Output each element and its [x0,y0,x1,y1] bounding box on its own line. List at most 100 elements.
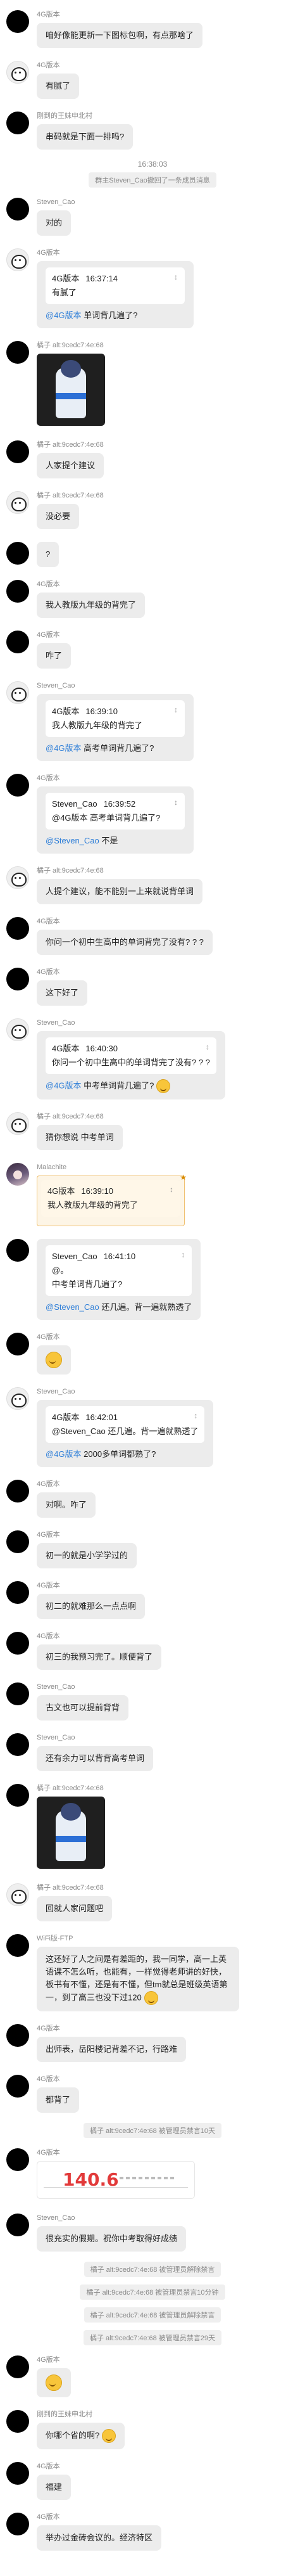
sender-name[interactable]: 4G版本 [37,1333,295,1342]
sender-name[interactable]: 橘子 alt:9cedc7:4e:68 [37,1784,295,1793]
avatar[interactable] [6,774,29,797]
avatar[interactable] [6,2148,29,2171]
sender-name[interactable]: 刚到的王妹申北村 [37,2410,295,2419]
reply-bubble[interactable]: 4G版本 16:40:30 你问一个初中生高中的单词背完了没有? ? ? ↕ @4G版本… [37,1031,225,1099]
message-bubble[interactable]: ? [37,542,59,567]
message-bubble[interactable]: 还有余力可以背背高考单词 [37,1746,154,1771]
mention-link[interactable]: @Steven_Cao [46,836,99,845]
sender-name[interactable]: 4G版本 [37,2024,295,2033]
sender-name[interactable]: 4G版本 [37,2148,295,2157]
avatar[interactable] [6,341,29,364]
message-bubble[interactable]: 有腻了 [37,74,80,99]
sender-name[interactable]: 橘子 alt:9cedc7:4e:68 [37,440,295,449]
reply-bubble[interactable]: Steven_Cao 16:39:52 @4G版本 高考单词背几遍了? ↕ @Steve… [37,786,194,854]
message-bubble[interactable]: 串码就是下面一排吗? [37,124,134,150]
sender-name[interactable]: 4G版本 [37,2075,295,2084]
sender-name[interactable]: 4G版本 [37,10,295,19]
avatar[interactable] [6,1239,29,1262]
avatar[interactable] [6,1480,29,1503]
sender-name[interactable]: 4G版本 [37,631,295,639]
reply-bubble[interactable]: Steven_Cao 16:41:10 @。 中考单词背几遍了? ↕ @Steven_Ca… [37,1239,201,1320]
avatar[interactable] [6,491,29,514]
message-bubble[interactable]: 福建 [37,2475,72,2500]
avatar[interactable] [6,2024,29,2047]
avatar[interactable] [6,1784,29,1807]
sender-name[interactable]: 刚到的王妹申北村 [37,112,295,120]
avatar[interactable] [6,2513,29,2535]
message-bubble[interactable]: 古文也可以提前背背 [37,1695,129,1721]
message-bubble[interactable]: 回就人家问题吧 [37,1896,113,1921]
avatar[interactable] [6,866,29,889]
quoted-message[interactable]: Steven_Cao 16:41:10 @。 中考单词背几遍了? ↕ [46,1245,192,1296]
emoji-bubble[interactable] [37,2368,71,2397]
sender-name[interactable]: Steven_Cao [37,1018,295,1027]
avatar[interactable] [6,1883,29,1906]
avatar[interactable] [6,1018,29,1041]
avatar[interactable] [6,580,29,603]
sender-name[interactable]: Steven_Cao [37,1387,295,1396]
sender-name[interactable]: Steven_Cao [37,2214,295,2222]
avatar[interactable] [6,2462,29,2485]
mention-link[interactable]: @4G版本 [46,311,82,320]
message-bubble[interactable]: 猜你想说 中考单词 [37,1125,123,1150]
avatar[interactable] [6,1163,29,1186]
sender-name[interactable]: 4G版本 [37,917,295,926]
avatar[interactable] [6,112,29,134]
avatar[interactable] [6,198,29,221]
avatar[interactable] [6,542,29,565]
sender-name[interactable]: 4G版本 [37,2462,295,2471]
avatar[interactable] [6,1581,29,1604]
sender-name[interactable]: 4G版本 [37,248,295,257]
sender-name[interactable]: 4G版本 [37,2355,295,2364]
message-bubble[interactable]: 我人教版九年级的背完了 [37,593,146,618]
message-bubble[interactable]: 这还好了人之间是有差距的，我一同学，高一上英语课不怎么听，也能有，一样觉得老师讲… [37,1947,239,2011]
sender-name[interactable]: Steven_Cao [37,1733,295,1742]
sender-name[interactable]: Malachite [37,1163,295,1172]
avatar[interactable] [6,1934,29,1957]
reply-bubble[interactable]: 4G版本 16:39:10 我人教版九年级的背完了 ↕ @4G版本 高考单词背几遍了? [37,694,194,761]
sender-name[interactable]: 橘子 alt:9cedc7:4e:68 [37,341,295,350]
sender-name[interactable]: 橘子 alt:9cedc7:4e:68 [37,866,295,875]
pinned-quote-bubble[interactable]: ★ 4G版本 16:39:10 我人教版九年级的背完了 ↕ [37,1173,187,1226]
avatar[interactable] [6,1632,29,1655]
sender-name[interactable]: Steven_Cao [37,198,295,207]
message-bubble[interactable]: 初二的就难那么一点点啊 [37,1594,146,1619]
avatar[interactable] [6,2075,29,2098]
avatar[interactable] [6,1530,29,1553]
sender-name[interactable]: 4G版本 [37,1530,295,1539]
avatar[interactable] [6,2410,29,2433]
message-bubble[interactable]: 这下好了 [37,980,88,1006]
quoted-message[interactable]: Steven_Cao 16:39:52 @4G版本 高考单词背几遍了? ↕ [46,793,185,830]
mention-link[interactable]: @4G版本 [46,743,82,753]
message-bubble[interactable]: 你问一个初中生高中的单词背完了没有? ? ? [37,930,213,955]
message-bubble[interactable]: 很充实的假期。祝你中考取得好成绩 [37,2226,187,2252]
sender-name[interactable]: 4G版本 [37,968,295,977]
message-bubble[interactable]: 对的 [37,210,72,236]
message-bubble[interactable]: 人家提个建议 [37,453,104,478]
message-bubble[interactable]: 都背了 [37,2087,80,2113]
sender-name[interactable]: 4G版本 [37,774,295,783]
message-bubble[interactable]: 出师表，岳阳楼记背差不记，行路难 [37,2037,187,2062]
sender-name[interactable]: 4G版本 [37,61,295,70]
mention-link[interactable]: @Steven_Cao [46,1302,99,1312]
avatar[interactable] [6,2214,29,2236]
sender-name[interactable]: 橘子 alt:9cedc7:4e:68 [37,491,295,500]
emoji-bubble[interactable] [37,1345,71,1375]
sender-name[interactable]: 4G版本 [37,2513,295,2522]
quoted-message[interactable]: 4G版本 16:42:01 @Steven_Cao 还几遍。背一遍就熟透了 ↕ [46,1406,205,1443]
avatar[interactable] [6,968,29,990]
reply-bubble[interactable]: 4G版本 16:42:01 @Steven_Cao 还几遍。背一遍就熟透了 ↕ @4G版… [37,1400,214,1467]
avatar[interactable] [6,631,29,653]
avatar[interactable] [6,10,29,33]
avatar[interactable] [6,61,29,84]
avatar[interactable] [6,1387,29,1410]
sender-name[interactable]: 4G版本 [37,1632,295,1641]
mention-link[interactable]: @4G版本 [46,1080,82,1090]
reply-bubble[interactable]: 4G版本 16:37:14 有腻了 ↕ @4G版本 单词背几遍了? [37,261,194,328]
avatar[interactable] [6,440,29,463]
mention-link[interactable]: @4G版本 [46,1449,82,1459]
sender-name[interactable]: Steven_Cao [37,1682,295,1691]
avatar[interactable] [6,248,29,271]
avatar[interactable] [6,681,29,704]
sticker-image[interactable] [37,354,105,426]
